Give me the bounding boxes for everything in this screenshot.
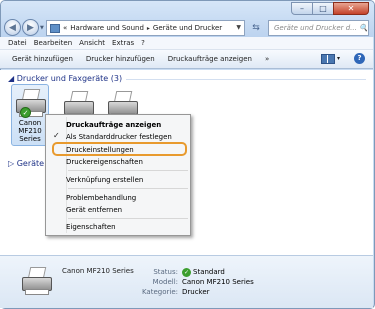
breadcrumb-devices-printers[interactable]: Geräte und Drucker — [153, 24, 222, 32]
add-printer-button[interactable]: Drucker hinzufügen — [86, 55, 155, 63]
printers-group-header[interactable]: ◢ Drucker und Faxgeräte (3) — [8, 74, 122, 83]
menu-separator — [68, 170, 188, 171]
model-value: Canon MF210 Series — [182, 278, 254, 286]
more-commands-button[interactable]: » — [265, 55, 269, 63]
menu-item-remove-device[interactable]: Gerät entfernen — [66, 206, 122, 214]
category-value: Drucker — [182, 288, 210, 296]
printer-icon[interactable] — [14, 87, 48, 119]
details-labels: Status: Modell: Kategorie: — [128, 267, 178, 297]
breadcrumb-separator-icon[interactable]: ▸ — [147, 25, 150, 32]
category-label: Kategorie: — [141, 288, 178, 296]
window-controls: – □ ✕ — [291, 2, 369, 15]
menu-separator — [68, 188, 188, 189]
recent-pages-dropdown[interactable]: ▼ — [40, 25, 44, 31]
menu-separator — [68, 218, 188, 219]
minimize-button[interactable]: – — [291, 2, 313, 15]
menu-help[interactable]: ? — [141, 39, 145, 47]
menu-bar: Datei Bearbeiten Ansicht Extras ? — [0, 37, 373, 50]
highlight-outline — [52, 142, 187, 156]
help-icon[interactable]: ? — [354, 53, 365, 64]
menu-edit[interactable]: Bearbeiten — [34, 39, 72, 47]
toolbar-right: ▾ ? — [320, 53, 365, 64]
details-values: ✓ Standard Canon MF210 Series Drucker — [182, 267, 254, 297]
address-bar[interactable]: « Hardware und Sound ▸ Geräte und Drucke… — [46, 20, 245, 36]
status-value: ✓ Standard — [182, 267, 225, 277]
menu-item-create-shortcut[interactable]: Verknüpfung erstellen — [66, 176, 143, 184]
view-options-dropdown[interactable]: ▾ — [337, 55, 340, 62]
menu-item-set-default[interactable]: Als Standarddrucker festlegen — [66, 133, 172, 141]
back-button[interactable]: ◀ — [4, 19, 21, 36]
refresh-button[interactable]: ⇆ — [249, 20, 263, 36]
maximize-button[interactable]: □ — [312, 2, 334, 15]
details-printer-icon — [20, 265, 58, 301]
breadcrumb-hardware-sound[interactable]: Hardware und Sound — [70, 24, 144, 32]
breadcrumb-overflow[interactable]: « — [63, 24, 67, 32]
show-print-jobs-button[interactable]: Druckaufträge anzeigen — [168, 55, 252, 63]
search-input[interactable]: Geräte und Drucker d... 🔍 — [268, 20, 369, 36]
menu-item-properties[interactable]: Eigenschaften — [66, 223, 116, 231]
menu-item-printer-properties[interactable]: Druckereigenschaften — [66, 158, 143, 166]
menu-item-show-print-jobs[interactable]: Druckaufträge anzeigen — [66, 121, 161, 129]
change-view-icon[interactable] — [320, 53, 335, 64]
default-printer-check-icon: ✓ — [20, 107, 31, 118]
close-button[interactable]: ✕ — [333, 2, 369, 15]
status-label: Status: — [153, 268, 178, 276]
model-label: Modell: — [152, 278, 178, 286]
menu-item-troubleshoot[interactable]: Problembehandlung — [66, 194, 136, 202]
add-device-button[interactable]: Gerät hinzufügen — [12, 55, 73, 63]
forward-button[interactable]: ▶ — [22, 19, 39, 36]
context-menu: Druckaufträge anzeigen ✓ Als Standarddru… — [45, 114, 191, 236]
menu-file[interactable]: Datei — [8, 39, 27, 47]
address-dropdown-icon[interactable]: ▼ — [236, 24, 241, 31]
group-divider — [126, 79, 366, 80]
status-ok-icon: ✓ — [182, 267, 191, 277]
devices-group-header[interactable]: ▷ Geräte — [8, 159, 44, 168]
checkmark-icon: ✓ — [53, 131, 60, 140]
printer-label[interactable]: Canon MF210 Series — [12, 119, 48, 143]
control-panel-icon — [50, 23, 60, 33]
menu-view[interactable]: Ansicht — [79, 39, 105, 47]
command-bar: Gerät hinzufügen Drucker hinzufügen Druc… — [0, 50, 373, 69]
details-device-name: Canon MF210 Series — [62, 267, 134, 275]
menu-extras[interactable]: Extras — [112, 39, 134, 47]
